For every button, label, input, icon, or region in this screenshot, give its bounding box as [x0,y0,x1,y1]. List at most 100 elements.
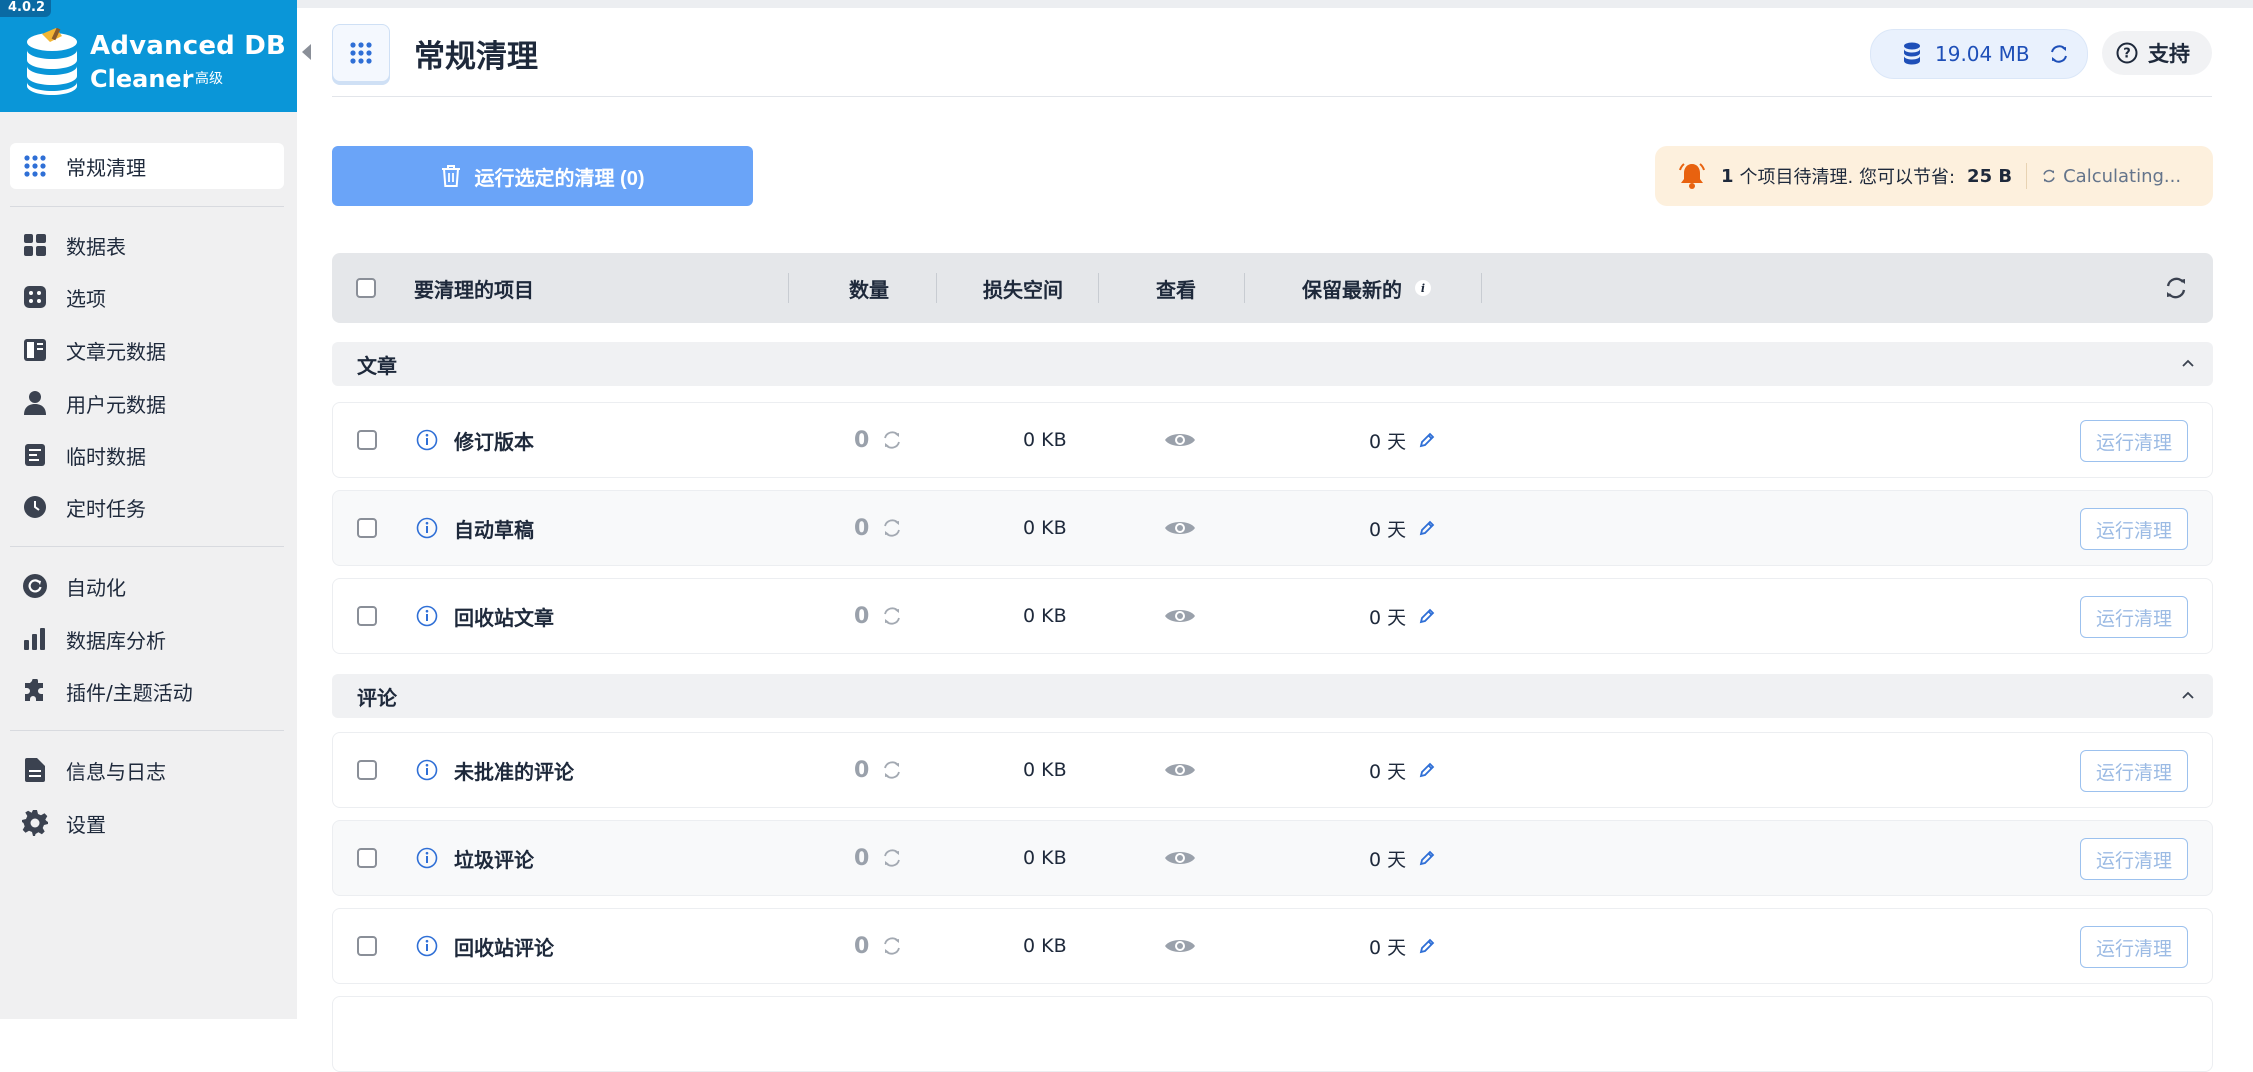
info-circle-icon[interactable] [416,429,438,451]
eye-icon[interactable] [1164,430,1196,450]
run-cleanup-button[interactable]: 运行清理 [2080,508,2188,550]
row-lost-space: 0 KB [1023,759,1067,781]
transient-icon [22,442,48,468]
sidebar-item-user-meta[interactable]: 用户元数据 [10,380,284,426]
dice-icon [22,284,48,310]
chevron-up-icon[interactable] [2181,688,2195,702]
section-header-comments[interactable]: 评论 [332,674,2213,718]
col-header-keep-last: 保留最新的 i [1302,253,1432,323]
select-all-checkbox[interactable] [356,278,376,298]
info-circle-icon[interactable] [416,847,438,869]
row-checkbox[interactable] [357,606,377,626]
app-name: Advanced DB [90,31,287,61]
row-checkbox-cell [357,821,377,895]
row-keep-cell: 0 天 [1369,909,1436,983]
refresh-count-icon[interactable] [881,517,903,539]
sidebar-item-label: 定时任务 [66,496,146,521]
chevron-up-icon[interactable] [2181,356,2195,370]
run-cleanup-button[interactable]: 运行清理 [2080,926,2188,968]
info-circle-icon[interactable] [416,935,438,957]
row-count: 0 [854,933,870,959]
pencil-icon[interactable] [1418,607,1436,625]
row-checkbox[interactable] [357,430,377,450]
section-header-posts[interactable]: 文章 [332,342,2213,386]
row-view-cell [1164,579,1196,653]
row-count-cell: 0 [854,491,903,565]
run-cleanup-button[interactable]: 运行清理 [2080,838,2188,880]
sidebar-item-cron[interactable]: 定时任务 [10,484,284,530]
row-keep-cell: 0 天 [1369,733,1436,807]
row-checkbox[interactable] [357,936,377,956]
table-row: 回收站文章 0 0 KB 0 天 运行清理 [332,578,2213,654]
refresh-count-icon[interactable] [881,605,903,627]
trash-icon [441,165,460,187]
column-separator [788,273,789,303]
sidebar-item-general-cleanup[interactable]: 常规清理 [10,143,284,189]
row-item-name: 未批准的评论 [454,759,574,784]
row-count-cell: 0 [854,579,903,653]
run-cleanup-button[interactable]: 运行清理 [2080,596,2188,638]
run-cleanup-button[interactable]: 运行清理 [2080,750,2188,792]
run-selected-cleanup-button[interactable]: 运行选定的清理 (0) [332,146,753,206]
eye-icon[interactable] [1164,848,1196,868]
sidebar-item-info-logs[interactable]: 信息与日志 [10,747,284,793]
row-checkbox[interactable] [357,848,377,868]
sidebar-item-automation[interactable]: 自动化 [10,563,284,609]
row-count-cell: 0 [854,821,903,895]
pencil-icon[interactable] [1418,849,1436,867]
sidebar-item-plugin-activity[interactable]: 插件/主题活动 [10,668,284,714]
pencil-icon[interactable] [1418,519,1436,537]
db-size-value: 19.04 MB [1935,42,2030,66]
sidebar-item-settings[interactable]: 设置 [10,800,284,846]
eye-icon[interactable] [1164,936,1196,956]
user-icon [22,390,48,416]
sidebar-item-tables[interactable]: 数据表 [10,222,284,268]
eye-icon[interactable] [1164,760,1196,780]
info-circle-icon[interactable] [416,605,438,627]
row-count-cell: 0 [854,403,903,477]
sidebar-item-label: 文章元数据 [66,339,166,364]
run-cleanup-button[interactable]: 运行清理 [2080,420,2188,462]
row-lost-space: 0 KB [1023,605,1067,627]
app-logo[interactable]: 4.0.2 Advanced DB Cleaner 高级 [0,0,297,112]
row-item-name: 回收站文章 [454,605,554,630]
row-checkbox[interactable] [357,760,377,780]
info-circle-icon[interactable] [416,759,438,781]
refresh-count-icon[interactable] [881,935,903,957]
pencil-icon[interactable] [1418,761,1436,779]
row-checkbox-cell [357,909,377,983]
row-item-name: 修订版本 [454,429,534,454]
row-count-cell: 0 [854,909,903,983]
pencil-icon[interactable] [1418,431,1436,449]
app-name-sub: Cleaner [90,65,194,93]
info-circle-icon[interactable] [416,517,438,539]
col-header-count: 数量 [849,277,889,302]
calculating-status: Calculating... [2041,166,2181,187]
page-title: 常规清理 [414,39,538,75]
notice-text: 个项目待清理. 您可以节省: [1739,167,1956,188]
support-button[interactable]: ? 支持 [2102,31,2212,75]
eye-icon[interactable] [1164,606,1196,626]
sidebar-item-post-meta[interactable]: 文章元数据 [10,327,284,373]
refresh-table-icon[interactable] [2163,275,2189,301]
tables-icon [22,232,48,258]
refresh-count-icon[interactable] [881,759,903,781]
keep-last-label: 保留最新的 [1302,277,1402,302]
sidebar-item-db-analysis[interactable]: 数据库分析 [10,616,284,662]
sidebar-divider [10,730,284,731]
info-icon[interactable]: i [1414,279,1432,297]
refresh-count-icon[interactable] [881,429,903,451]
sidebar: 4.0.2 Advanced DB Cleaner 高级 常规清理 数据表 选项 [0,0,297,1019]
row-keep-cell: 0 天 [1369,403,1436,477]
sidebar-item-transients[interactable]: 临时数据 [10,432,284,478]
eye-icon[interactable] [1164,518,1196,538]
refresh-db-size-icon[interactable] [2048,43,2070,65]
sidebar-collapse-button[interactable] [302,44,311,60]
refresh-count-icon[interactable] [881,847,903,869]
notice-count: 1 [1721,165,1734,187]
pencil-icon[interactable] [1418,937,1436,955]
post-meta-icon [22,337,48,363]
sidebar-item-options[interactable]: 选项 [10,274,284,320]
sidebar-divider [10,206,284,207]
row-checkbox[interactable] [357,518,377,538]
